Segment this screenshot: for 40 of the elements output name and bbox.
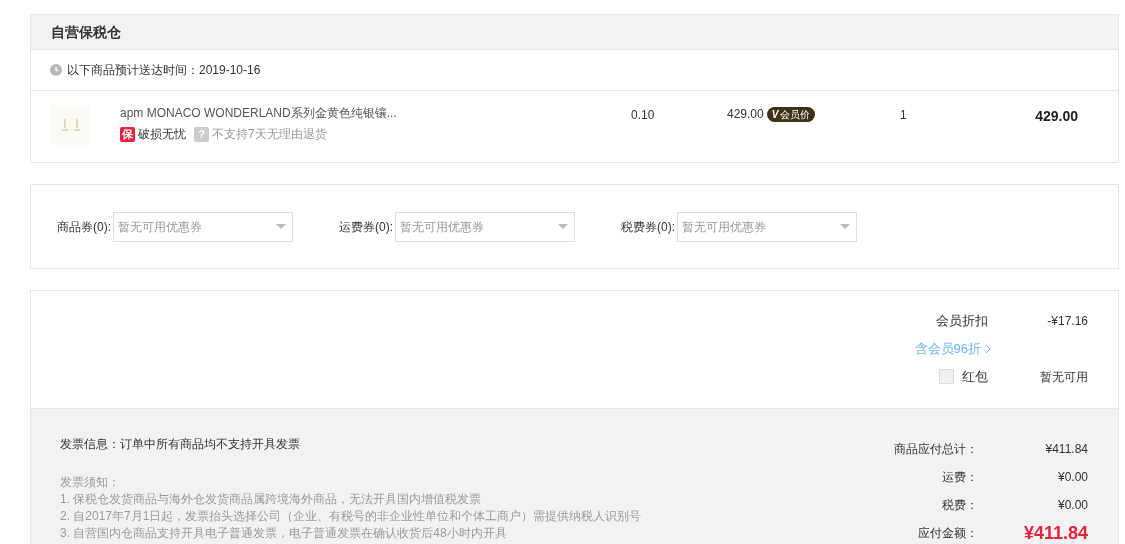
member-discount-label: 会员折扣: [936, 312, 988, 331]
coupon-select[interactable]: 暂无可用优惠券: [677, 211, 857, 242]
coupon-label: 运费券(0):: [339, 218, 393, 236]
invoice-notice: 1. 保税仓发货商品与海外仓发货商品属跨境海外商品，无法开具国内增值税发票: [60, 491, 483, 508]
total-label: 运费：: [942, 469, 978, 486]
total-label: 商品应付总计：: [894, 441, 978, 458]
tag-label: 不支持7天无理由退货: [212, 126, 327, 143]
price-cell-text: 429.00: [727, 106, 764, 123]
total-label: 应付金额：: [918, 525, 978, 542]
product-name[interactable]: apm MONACO WONDERLAND系列金黄色纯银镶...: [120, 105, 520, 121]
invoice-notice: 3. 自营国内仓商品支持开具电子普通发票，电子普通发票在确认收货后48小时内开具: [60, 525, 508, 542]
clock-icon: [50, 64, 62, 76]
total-value: ¥0.00: [1056, 497, 1088, 514]
member-discount-link[interactable]: 含会员96折: [914, 339, 991, 359]
question-icon: ?: [194, 126, 209, 142]
warehouse-title: 自营保税仓: [51, 22, 121, 42]
invoice-info: 发票信息：订单中所有商品均不支持开具发票: [60, 436, 301, 453]
coupon-select[interactable]: 暂无可用优惠券: [113, 211, 293, 242]
total-label: 税费：: [942, 497, 978, 514]
member-discount-value: -¥17.16: [1046, 313, 1088, 330]
coupon-select[interactable]: 暂无可用优惠券: [395, 211, 575, 242]
bonus-checkbox[interactable]: [939, 369, 954, 384]
bonus-label: 红包: [962, 367, 988, 386]
member-price-badge: V 会员价: [766, 106, 816, 122]
quantity-cell-text: 1: [900, 107, 907, 124]
coupon-label: 商品券(0):: [57, 218, 111, 236]
tag-label: 破损无忧: [138, 126, 186, 143]
amount-cell-text: 429.00: [1035, 107, 1078, 126]
total-value: ¥411.84: [1022, 521, 1088, 544]
chevron-right-icon: [985, 343, 991, 354]
delivery-note: 以下商品预计送达时间：2019-10-16: [67, 62, 261, 79]
total-value: ¥0.00: [1056, 469, 1088, 486]
bonus-value: 暂无可用: [1039, 368, 1088, 386]
total-value: ¥411.84: [1044, 441, 1088, 458]
weight-cell-text: 0.10: [631, 107, 655, 124]
invoice-notice: 2. 自2017年7月1日起，发票抬头选择公司（企业、有税号的非企业性单位和个体工商户）需提供纳税人识别号: [60, 508, 642, 525]
invoice-notice-title: 发票须知：: [60, 474, 121, 491]
coupon-label: 税费券(0):: [621, 218, 675, 236]
insurance-badge: 保: [120, 126, 135, 142]
earring-photo-placeholder: [51, 105, 91, 145]
